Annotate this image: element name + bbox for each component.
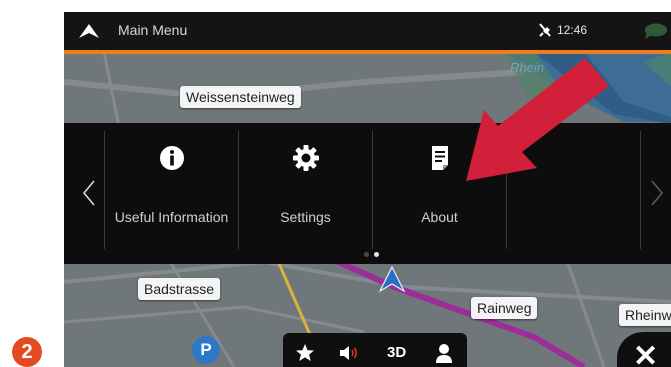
volume-icon[interactable]	[338, 343, 360, 363]
chat-bubble-icon[interactable]	[643, 23, 667, 40]
page-title: Main Menu	[118, 22, 188, 38]
close-button[interactable]: ✕	[617, 332, 671, 367]
microphone-icon[interactable]	[434, 342, 454, 364]
clock: 12:46	[557, 23, 588, 37]
page-indicator-dot	[364, 252, 369, 257]
star-icon[interactable]	[295, 343, 315, 363]
street-label: Rainweg	[471, 297, 538, 319]
view-mode-button[interactable]: 3D	[387, 343, 406, 363]
back-arrow-icon[interactable]	[78, 23, 100, 39]
water-label: Rhein	[510, 60, 544, 75]
divider	[506, 131, 507, 249]
close-icon: ✕	[633, 340, 659, 367]
satellite-icon	[539, 23, 551, 37]
info-icon	[159, 146, 184, 170]
navigation-screen: Weissensteinweg Badstrasse Rainweg Rhein…	[64, 12, 671, 367]
menu-tile-label: About	[421, 209, 458, 225]
menu-tile-about[interactable]: About	[373, 123, 506, 248]
divider	[640, 131, 641, 249]
gear-icon	[292, 145, 319, 171]
street-label: Badstrasse	[138, 278, 221, 300]
main-menu-panel: Useful Information Settings About	[64, 123, 671, 264]
position-arrow-icon	[378, 265, 406, 293]
menu-tile-label: Useful Information	[114, 209, 229, 225]
top-bar: Main Menu 12:46	[64, 12, 671, 50]
next-page-arrow-icon[interactable]	[650, 179, 664, 207]
street-label: Weissensteinweg	[180, 86, 301, 108]
menu-tile-useful-information[interactable]: Useful Information	[105, 123, 238, 248]
step-number-badge: 2	[12, 337, 42, 367]
document-icon	[431, 146, 448, 170]
bottom-toolbar: 3D	[283, 333, 467, 367]
parking-icon: P	[192, 336, 220, 364]
status-accent-line	[64, 50, 671, 54]
menu-tile-settings[interactable]: Settings	[239, 123, 372, 248]
previous-page-arrow-icon[interactable]	[82, 179, 96, 207]
street-label: Rheinw	[619, 304, 671, 326]
menu-tile-label: Settings	[280, 209, 331, 225]
page-indicator-dot-active	[374, 252, 379, 257]
